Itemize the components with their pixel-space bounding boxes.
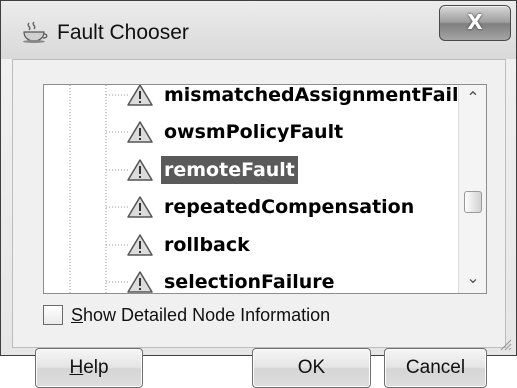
close-button[interactable]: X xyxy=(439,5,511,41)
warning-icon xyxy=(127,85,153,106)
show-detailed-label[interactable]: Show Detailed Node Information xyxy=(71,302,330,328)
help-button[interactable]: Help xyxy=(35,348,143,388)
tree-item-label: repeatedCompensation xyxy=(164,196,415,218)
window-title: Fault Chooser xyxy=(57,21,189,44)
close-icon: X xyxy=(467,10,483,34)
cancel-button[interactable]: Cancel xyxy=(384,348,487,388)
warning-icon xyxy=(127,234,153,256)
dialog-content: mismatchedAssignmentFailure owsmPolicyFa… xyxy=(12,59,506,388)
fault-tree[interactable]: mismatchedAssignmentFailure owsmPolicyFa… xyxy=(43,84,487,294)
warning-icon xyxy=(127,121,153,143)
scroll-down-icon[interactable]: ⌄ xyxy=(459,267,486,289)
warning-icon xyxy=(127,271,153,293)
resize-grip-icon[interactable] xyxy=(498,337,512,351)
tree-item-label: owsmPolicyFault xyxy=(164,121,344,143)
warning-icon xyxy=(127,159,153,181)
vertical-scrollbar[interactable]: ⌃ ⌄ xyxy=(458,85,486,293)
scroll-up-icon[interactable]: ⌃ xyxy=(459,87,486,109)
title-bar[interactable]: Fault Chooser X xyxy=(1,1,516,59)
fault-chooser-dialog: Fault Chooser X mismatchedAssignmentFail… xyxy=(0,0,517,388)
tree-item-label: remoteFault xyxy=(161,156,298,184)
cup-icon xyxy=(23,21,48,43)
show-detailed-checkbox[interactable] xyxy=(43,305,63,325)
ok-button[interactable]: OK xyxy=(252,348,371,388)
scroll-thumb[interactable] xyxy=(464,191,482,213)
tree-item-label: rollback xyxy=(164,234,250,256)
tree-connector-lines xyxy=(69,85,128,293)
tree-item-label: mismatchedAssignmentFailure xyxy=(164,84,487,106)
tree-item-label: selectionFailure xyxy=(164,271,335,293)
warning-icon xyxy=(127,196,153,218)
